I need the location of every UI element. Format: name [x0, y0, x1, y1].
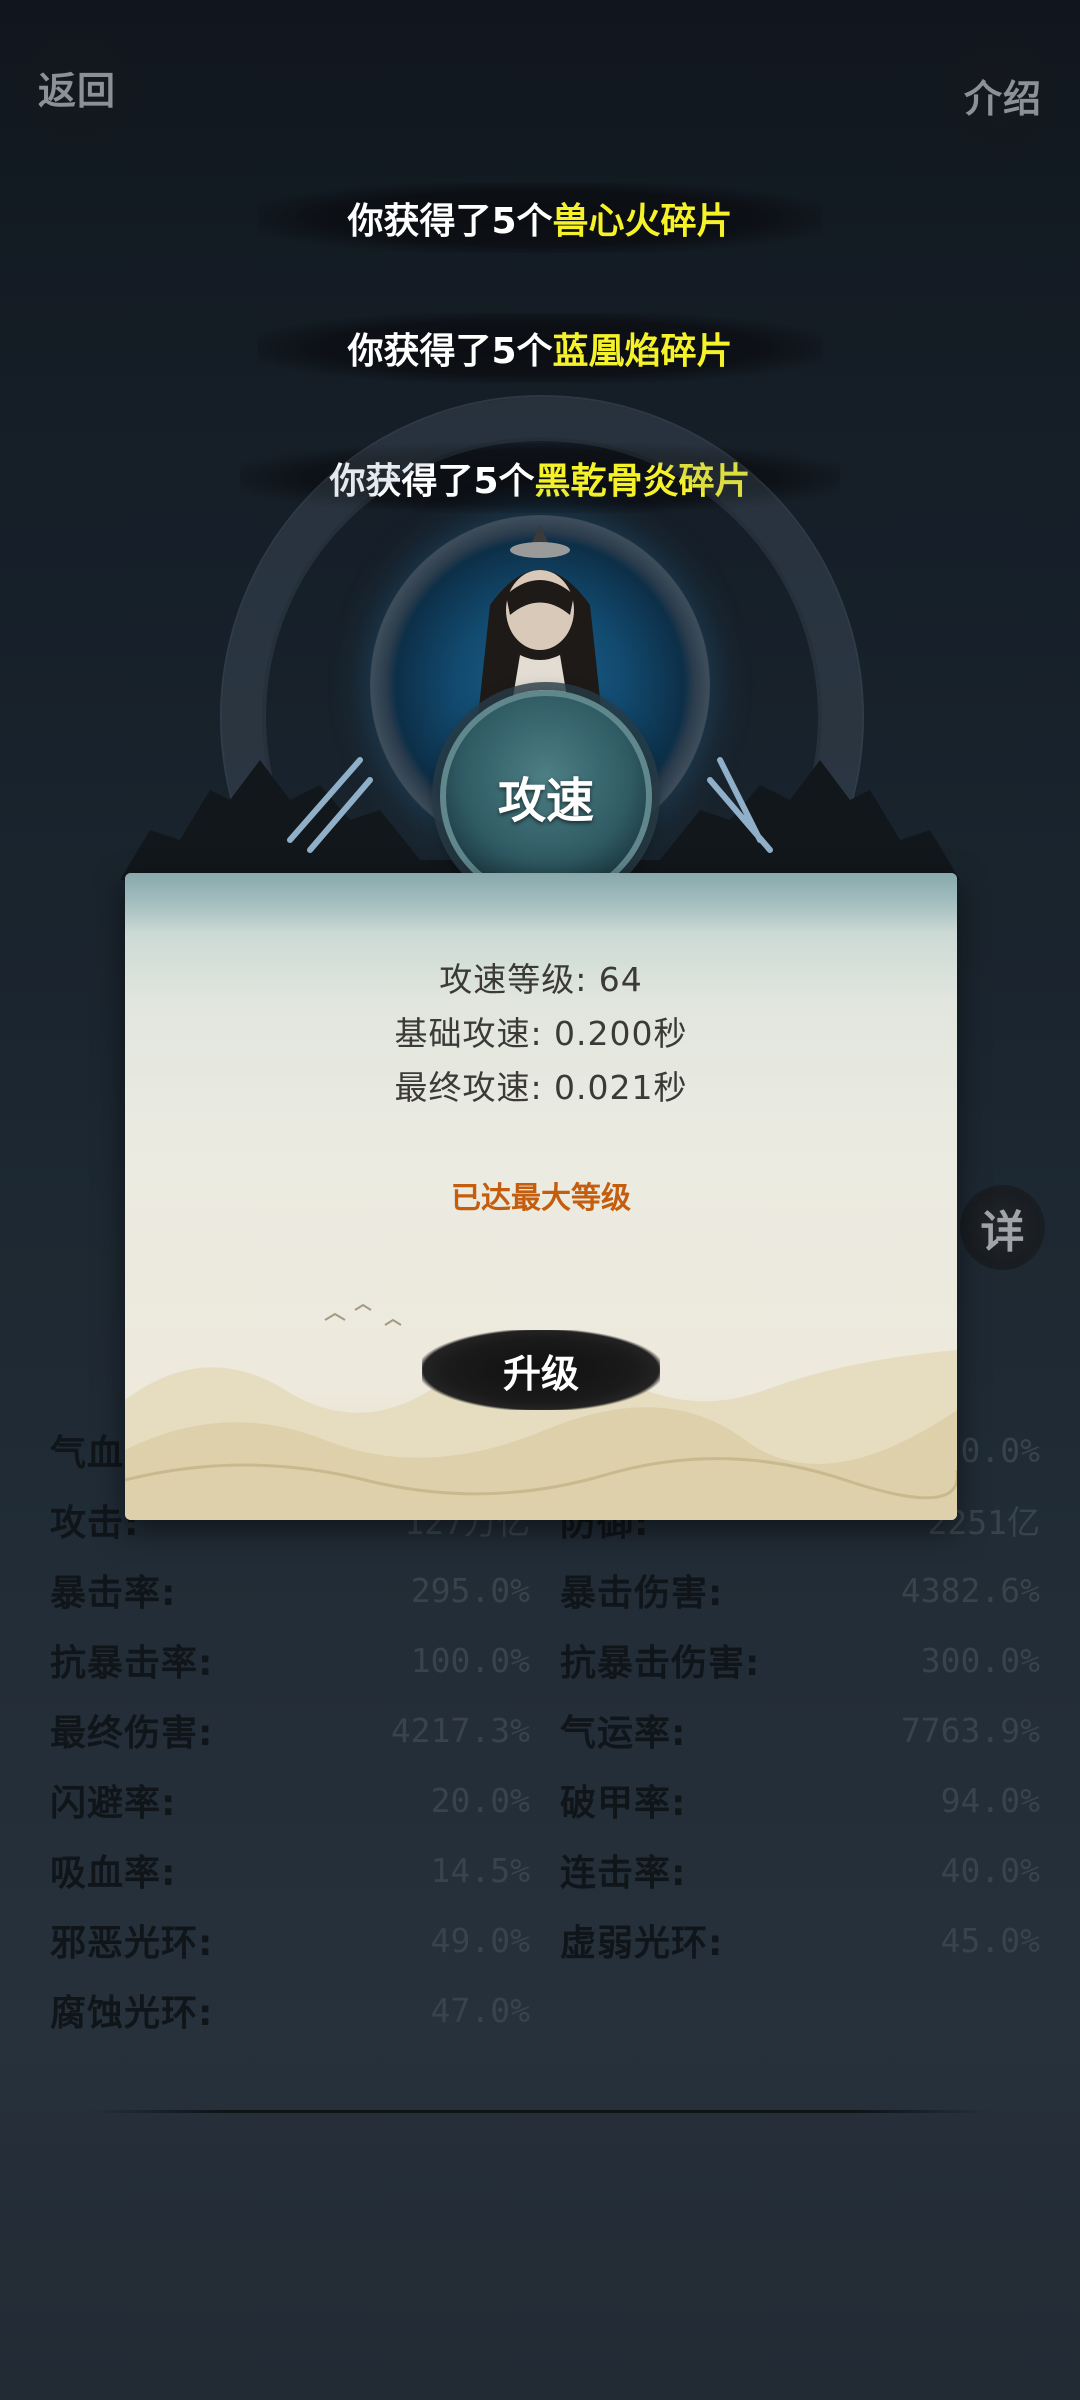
notice-prefix: 你获得了5个 [347, 201, 553, 242]
max-level-status: 已达最大等级 [451, 1181, 631, 1216]
notice-item: 兽心火碎片 [552, 201, 733, 242]
reward-notice: 你获得了5个 兽心火碎片 [257, 183, 823, 253]
skill-level-line: 攻速等级: 64 [439, 960, 643, 999]
reward-notice: 你获得了5个 蓝凰焰碎片 [257, 313, 823, 383]
dialog-header-band [125, 873, 957, 933]
back-button[interactable]: 返回 [12, 22, 142, 152]
intro-button[interactable]: 介绍 [938, 30, 1068, 160]
upgrade-button[interactable]: 升级 [422, 1330, 660, 1410]
base-speed-line: 基础攻速: 0.200秒 [394, 1014, 688, 1053]
notice-item: 蓝凰焰碎片 [552, 331, 733, 372]
skill-info-dialog: 攻速等级: 64 基础攻速: 0.200秒 最终攻速: 0.021秒 已达最大等… [125, 873, 957, 1520]
skill-stats: 攻速等级: 64 基础攻速: 0.200秒 最终攻速: 0.021秒 [125, 953, 957, 1115]
final-speed-line: 最终攻速: 0.021秒 [394, 1068, 688, 1107]
notice-prefix: 你获得了5个 [347, 331, 553, 372]
skill-orb: 攻速 [440, 690, 652, 902]
